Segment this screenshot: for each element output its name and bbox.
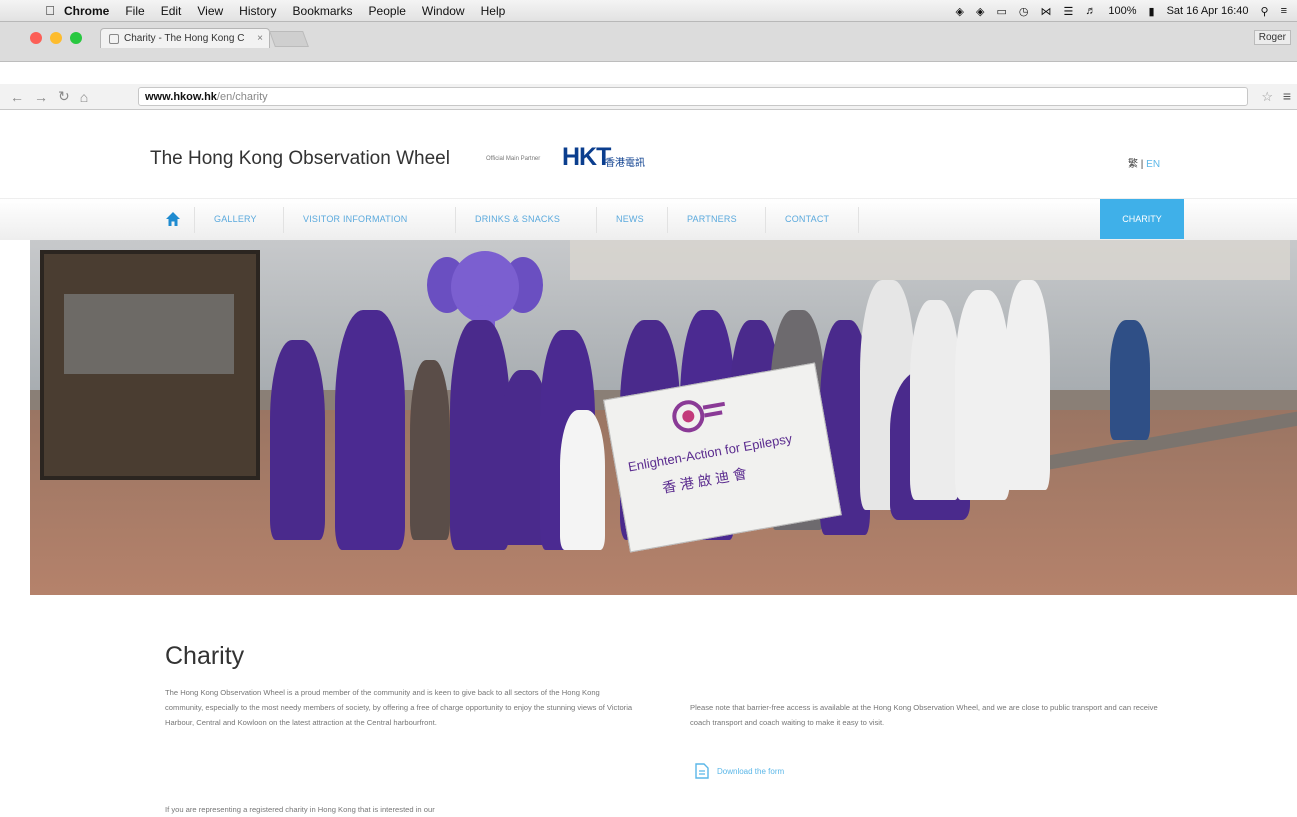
nav-gallery[interactable]: GALLERY — [214, 214, 257, 224]
download-form-label[interactable]: Download the form — [717, 767, 784, 776]
minimize-window-button[interactable] — [50, 32, 62, 44]
home-icon[interactable] — [164, 210, 182, 228]
macos-menubar:  Chrome File Edit View History Bookmark… — [0, 0, 1297, 22]
hero-cart-window — [64, 294, 234, 374]
menu-file[interactable]: File — [125, 4, 144, 18]
nav-separator — [858, 207, 859, 233]
battery-icon[interactable]: ▮ — [1149, 5, 1155, 18]
banner-text-cn: 香 港 啟 迪 會 — [660, 465, 749, 496]
nav-separator — [596, 207, 597, 233]
menu-people[interactable]: People — [369, 4, 406, 18]
battery-percent: 100% — [1108, 5, 1137, 17]
charity-paragraph-1: The Hong Kong Observation Wheel is a pro… — [165, 688, 633, 728]
home-icon[interactable]: ⌂ — [80, 89, 88, 105]
apple-icon[interactable]:  — [36, 3, 64, 18]
hero-canopy — [570, 240, 1290, 280]
nav-contact[interactable]: CONTACT — [785, 214, 829, 224]
nav-news[interactable]: NEWS — [616, 214, 644, 224]
site-title[interactable]: The Hong Kong Observation Wheel — [150, 148, 450, 170]
menu-window[interactable]: Window — [422, 4, 465, 18]
site-header: The Hong Kong Observation Wheel Official… — [0, 110, 1297, 198]
nav-partners[interactable]: PARTNERS — [687, 214, 737, 224]
person-figure — [1110, 320, 1150, 440]
reload-icon[interactable]: ↻ — [58, 88, 70, 105]
nav-separator — [283, 207, 284, 233]
lang-zh-link[interactable]: 繁 — [1128, 159, 1138, 170]
new-tab-button[interactable] — [269, 31, 309, 47]
menu-view[interactable]: View — [197, 4, 223, 18]
person-figure — [560, 410, 605, 550]
chrome-menu-icon[interactable]: ≡ — [1283, 88, 1291, 104]
person-figure — [410, 360, 450, 540]
menu-bookmarks[interactable]: Bookmarks — [293, 4, 353, 18]
hero-photo: Enlighten-Action for Epilepsy 香 港 啟 迪 會 — [30, 240, 1297, 595]
favicon-icon — [109, 33, 119, 44]
wifi-icon[interactable]: ☰ — [1063, 5, 1073, 18]
person-figure — [955, 290, 1010, 500]
forward-arrow-icon[interactable]: → — [34, 89, 48, 105]
nav-separator — [765, 207, 766, 233]
window-controls — [30, 32, 82, 44]
url-input[interactable]: www.hkow.hk/en/charity — [138, 87, 1248, 106]
download-form-link[interactable]: Download the form — [695, 763, 784, 779]
bookmark-star-icon[interactable]: ☆ — [1261, 89, 1273, 105]
vpn-icon[interactable]: ◈ — [976, 5, 984, 18]
hero-cart — [40, 250, 260, 480]
person-figure — [1005, 280, 1050, 490]
close-window-button[interactable] — [30, 32, 42, 44]
menu-app[interactable]: Chrome — [64, 4, 109, 18]
zoom-window-button[interactable] — [70, 32, 82, 44]
hkt-logo-cn: 香港電訊 — [605, 158, 645, 169]
page-title: Charity — [165, 642, 245, 670]
close-tab-icon[interactable]: × — [257, 33, 263, 44]
language-switcher: 繁 | EN — [1128, 155, 1160, 170]
profile-button[interactable]: Roger — [1253, 30, 1291, 45]
main-nav: GALLERY VISITOR INFORMATION DRINKS & SNA… — [0, 198, 1297, 240]
airplay-icon[interactable]: ▭ — [996, 5, 1006, 18]
menu-help[interactable]: Help — [481, 4, 506, 18]
notification-center-icon[interactable]: ≡ — [1281, 5, 1287, 17]
person-figure — [910, 300, 960, 500]
clock[interactable]: Sat 16 Apr 16:40 — [1167, 5, 1249, 17]
nav-separator — [455, 207, 456, 233]
menu-edit[interactable]: Edit — [161, 4, 182, 18]
bluetooth-icon[interactable]: ⋈ — [1040, 5, 1051, 18]
document-icon — [695, 763, 709, 779]
nav-visitor-information[interactable]: VISITOR INFORMATION — [303, 214, 407, 224]
timemachine-icon[interactable]: ◷ — [1019, 5, 1029, 18]
sponsor-label: Official Main Partner — [486, 156, 541, 162]
menu-history[interactable]: History — [239, 4, 276, 18]
lang-separator: | — [1140, 159, 1144, 170]
volume-icon[interactable]: ♬ — [1085, 5, 1096, 17]
browser-tab[interactable]: Charity - The Hong Kong C × — [100, 28, 270, 48]
browser-tabbar: Charity - The Hong Kong C × Roger — [0, 22, 1297, 62]
nav-separator — [667, 207, 668, 233]
person-figure — [270, 340, 325, 540]
charity-paragraph-2: Please note that barrier-free access is … — [690, 703, 1158, 728]
lang-en-link[interactable]: EN — [1146, 159, 1160, 170]
browser-toolbar: ← → ↻ ⌂ www.hkow.hk/en/charity ☆ ≡ — [0, 84, 1297, 110]
url-domain: www.hkow.hk — [145, 90, 217, 103]
nav-charity-active[interactable]: CHARITY — [1100, 199, 1184, 239]
spotlight-icon[interactable]: ⚲ — [1261, 5, 1269, 18]
nav-drinks-snacks[interactable]: DRINKS & SNACKS — [475, 214, 560, 224]
tab-title: Charity - The Hong Kong C — [124, 33, 245, 44]
banner-text: Enlighten-Action for Epilepsy — [626, 430, 794, 475]
back-arrow-icon[interactable]: ← — [10, 89, 24, 105]
person-figure — [335, 310, 405, 550]
dropbox-icon[interactable]: ◈ — [956, 5, 964, 18]
enlighten-logo-icon — [672, 400, 726, 433]
nav-separator — [194, 207, 195, 233]
hkt-logo[interactable]: HKT — [562, 143, 611, 172]
url-path: /en/charity — [216, 90, 268, 103]
